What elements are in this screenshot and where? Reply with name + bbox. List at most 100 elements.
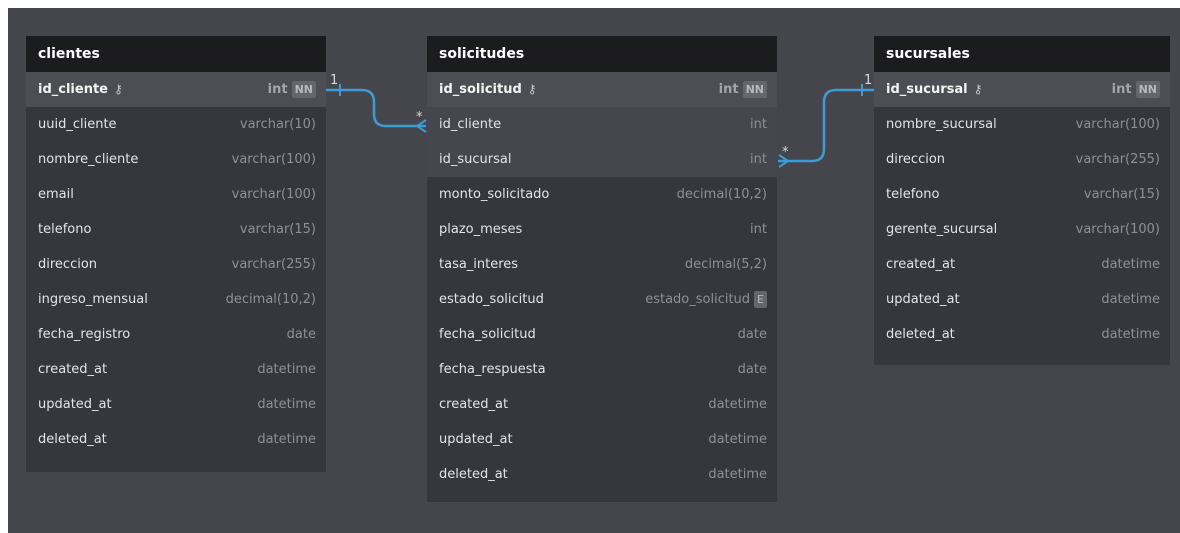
column-type: varchar(255) <box>1075 152 1160 167</box>
column-type: varchar(15) <box>1083 187 1160 202</box>
cardinality-label: 1 <box>864 73 873 88</box>
column-name: uuid_cliente <box>38 117 117 132</box>
column-type: datetime <box>257 362 316 377</box>
table-row[interactable]: direccion varchar(255) <box>874 142 1170 177</box>
column-name: estado_solicitud <box>439 292 544 307</box>
key-icon: ⚷ <box>527 82 537 96</box>
table-row[interactable]: plazo_meses int <box>427 212 777 247</box>
column-name: updated_at <box>886 292 960 307</box>
table-footer <box>26 457 326 472</box>
column-type: date <box>737 362 767 377</box>
table-row[interactable]: updated_at datetime <box>26 387 326 422</box>
column-name: created_at <box>439 397 509 412</box>
not-null-badge: NN <box>1135 81 1160 98</box>
column-name: monto_solicitado <box>439 187 550 202</box>
cardinality-label: * <box>782 145 789 160</box>
column-name: fecha_solicitud <box>439 327 536 342</box>
table-row[interactable]: deleted_at datetime <box>427 457 777 492</box>
column-type: estado_solicitud <box>645 292 751 307</box>
column-name: deleted_at <box>886 327 955 342</box>
key-icon: ⚷ <box>973 82 983 96</box>
column-type: datetime <box>1101 292 1160 307</box>
column-name: gerente_sucursal <box>886 222 998 237</box>
column-name: email <box>38 187 74 202</box>
table-row[interactable]: direccion varchar(255) <box>26 247 326 282</box>
table-row[interactable]: fecha_respuesta date <box>427 352 777 387</box>
table-solicitudes[interactable]: solicitudes id_solicitud ⚷ int NN id_clien… <box>427 36 777 502</box>
table-row[interactable]: telefono varchar(15) <box>874 177 1170 212</box>
table-header[interactable]: sucursales <box>874 36 1170 72</box>
column-name: id_sucursal <box>886 82 968 97</box>
table-row-pk[interactable]: id_solicitud ⚷ int NN <box>427 72 777 107</box>
column-name: telefono <box>886 187 940 202</box>
not-null-badge: NN <box>742 81 767 98</box>
column-name: telefono <box>38 222 92 237</box>
column-type: int <box>267 82 288 97</box>
table-row-fk[interactable]: id_cliente int <box>427 107 777 142</box>
table-row[interactable]: monto_solicitado decimal(10,2) <box>427 177 777 212</box>
column-type: datetime <box>708 467 767 482</box>
table-row[interactable]: updated_at datetime <box>874 282 1170 317</box>
column-type: datetime <box>708 432 767 447</box>
column-name: tasa_interes <box>439 257 519 272</box>
column-type: datetime <box>708 397 767 412</box>
enum-badge: E <box>754 291 767 308</box>
table-row[interactable]: ingreso_mensual decimal(10,2) <box>26 282 326 317</box>
column-name: created_at <box>886 257 956 272</box>
column-type: datetime <box>257 397 316 412</box>
column-name: id_solicitud <box>439 82 522 97</box>
table-row-fk[interactable]: id_sucursal int <box>427 142 777 177</box>
table-row[interactable]: fecha_registro date <box>26 317 326 352</box>
table-clientes[interactable]: clientes id_cliente ⚷ int NN uuid_cliente v… <box>26 36 326 472</box>
column-name: created_at <box>38 362 108 377</box>
cardinality-label: * <box>416 110 423 125</box>
column-type: varchar(10) <box>239 117 316 132</box>
column-type: varchar(100) <box>1075 117 1160 132</box>
column-type: varchar(100) <box>231 187 316 202</box>
table-row-pk[interactable]: id_cliente ⚷ int NN <box>26 72 326 107</box>
table-footer <box>874 352 1170 365</box>
column-type: varchar(255) <box>231 257 316 272</box>
table-row-pk[interactable]: id_sucursal ⚷ int NN <box>874 72 1170 107</box>
table-row[interactable]: deleted_at datetime <box>874 317 1170 352</box>
table-row[interactable]: created_at datetime <box>427 387 777 422</box>
table-row[interactable]: created_at datetime <box>26 352 326 387</box>
table-row[interactable]: uuid_cliente varchar(10) <box>26 107 326 142</box>
cardinality-label: 1 <box>330 73 339 88</box>
table-row[interactable]: updated_at datetime <box>427 422 777 457</box>
not-null-badge: NN <box>291 81 316 98</box>
table-header[interactable]: solicitudes <box>427 36 777 72</box>
column-name: deleted_at <box>439 467 508 482</box>
table-row[interactable]: gerente_sucursal varchar(100) <box>874 212 1170 247</box>
column-name: nombre_cliente <box>38 152 139 167</box>
column-name: direccion <box>886 152 946 167</box>
column-name: id_cliente <box>38 82 108 97</box>
column-type: int <box>718 82 739 97</box>
table-row[interactable]: nombre_sucursal varchar(100) <box>874 107 1170 142</box>
table-row[interactable]: email varchar(100) <box>26 177 326 212</box>
column-type: int <box>750 222 767 237</box>
table-row[interactable]: deleted_at datetime <box>26 422 326 457</box>
column-type: varchar(100) <box>231 152 316 167</box>
column-type: int <box>1111 82 1132 97</box>
column-name: deleted_at <box>38 432 107 447</box>
table-row[interactable]: nombre_cliente varchar(100) <box>26 142 326 177</box>
table-header[interactable]: clientes <box>26 36 326 72</box>
table-sucursales[interactable]: sucursales id_sucursal ⚷ int NN nombre_suc… <box>874 36 1170 365</box>
key-icon: ⚷ <box>113 82 123 96</box>
column-name: direccion <box>38 257 98 272</box>
column-name: nombre_sucursal <box>886 117 997 132</box>
table-row[interactable]: created_at datetime <box>874 247 1170 282</box>
table-row[interactable]: estado_solicitud estado_solicitud E <box>427 282 777 317</box>
column-type: int <box>750 152 767 167</box>
column-name: updated_at <box>38 397 112 412</box>
table-row[interactable]: tasa_interes decimal(5,2) <box>427 247 777 282</box>
column-type: decimal(10,2) <box>225 292 316 307</box>
column-name: id_sucursal <box>439 152 512 167</box>
column-name: ingreso_mensual <box>38 292 148 307</box>
column-type: datetime <box>1101 257 1160 272</box>
table-row[interactable]: telefono varchar(15) <box>26 212 326 247</box>
table-row[interactable]: fecha_solicitud date <box>427 317 777 352</box>
column-name: fecha_respuesta <box>439 362 546 377</box>
column-type: date <box>286 327 316 342</box>
